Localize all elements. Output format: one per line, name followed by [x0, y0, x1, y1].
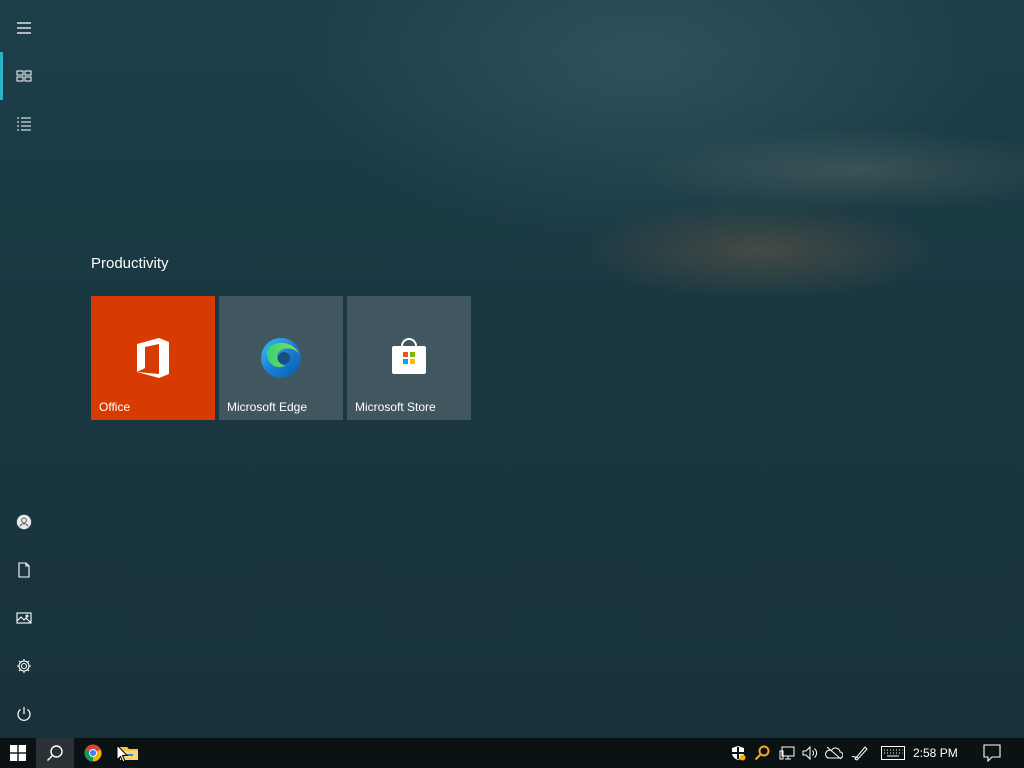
touch-keyboard-icon [881, 746, 905, 760]
office-tile[interactable]: Office [91, 296, 215, 420]
store-tile[interactable]: Microsoft Store [347, 296, 471, 420]
tile-label: Office [99, 400, 131, 414]
action-center-button[interactable] [976, 738, 1008, 768]
action-center-icon [983, 744, 1001, 762]
search-tray[interactable] [752, 738, 772, 768]
tile-label: Microsoft Edge [227, 400, 308, 414]
pen-tray[interactable] [850, 738, 870, 768]
pen-icon [851, 746, 868, 761]
onedrive-tray[interactable] [824, 738, 844, 768]
search-icon [47, 745, 63, 761]
user-icon[interactable] [0, 498, 48, 546]
edge-icon [261, 338, 301, 378]
clock[interactable]: 2:58 PM [913, 738, 958, 768]
chrome-button[interactable] [76, 738, 110, 768]
search-button[interactable] [36, 738, 74, 768]
volume-tray[interactable] [800, 738, 820, 768]
pictures-icon[interactable] [0, 594, 48, 642]
edge-tile[interactable]: Microsoft Edge [219, 296, 343, 420]
pinned-tiles-icon[interactable] [0, 52, 48, 100]
windows-security-tray[interactable] [728, 738, 748, 768]
tile-label: Microsoft Store [355, 400, 436, 414]
touch-keyboard-tray[interactable] [878, 738, 908, 768]
taskbar: 2:58 PM [0, 738, 1024, 768]
hamburger-menu-icon[interactable] [0, 4, 48, 52]
volume-icon [802, 745, 817, 761]
chrome-icon [84, 744, 102, 762]
documents-icon[interactable] [0, 546, 48, 594]
start-menu-rail [0, 0, 48, 738]
network-tray[interactable] [776, 738, 798, 768]
store-icon [392, 338, 426, 374]
power-icon[interactable] [0, 690, 48, 738]
settings-icon[interactable] [0, 642, 48, 690]
office-icon [137, 338, 169, 378]
mouse-cursor-icon [116, 744, 128, 763]
onedrive-icon [825, 746, 843, 760]
group-title[interactable]: Productivity [91, 255, 169, 272]
network-icon [779, 746, 795, 760]
windows-security-icon [732, 746, 746, 761]
start-button[interactable] [0, 738, 36, 768]
start-icon [10, 745, 26, 761]
search-tray-icon [754, 745, 770, 761]
all-apps-list-icon[interactable] [0, 100, 48, 148]
